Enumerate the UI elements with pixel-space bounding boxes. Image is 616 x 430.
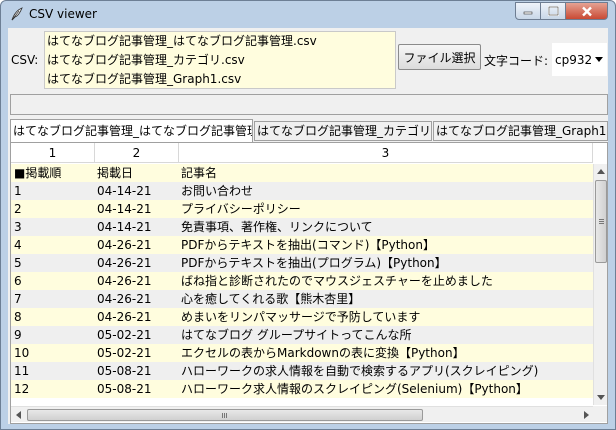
horizontal-scrollbar[interactable] xyxy=(11,406,593,422)
csv-label: CSV: xyxy=(11,53,39,67)
maximize-icon xyxy=(547,6,559,16)
table-panel: 1 2 3 ■掲載順 掲載日 記事名 1 04-14-21 お問い合わせ 2 04-14-… xyxy=(10,142,608,424)
encoding-value: cp932 xyxy=(555,53,593,67)
csv-file-item[interactable]: はてなブログ記事管理_Graph1.csv xyxy=(45,70,395,88)
table-row[interactable]: 6 04-26-21 ばね指と診断されたのでマウスジェスチャーを止めました xyxy=(11,272,593,290)
dropdown-arrow-icon[interactable] xyxy=(595,57,603,62)
table-cell: 04-26-21 xyxy=(97,310,152,324)
vertical-scroll-thumb[interactable] xyxy=(595,180,607,263)
table-row[interactable]: 12 05-08-21 ハローワーク求人情報のスクレイピング(Selenium)【P… xyxy=(11,380,593,398)
table-cell: 04-26-21 xyxy=(97,274,152,288)
csv-file-item[interactable]: はてなブログ記事管理_はてなブログ記事管理.csv xyxy=(45,32,395,51)
arrow-down-icon xyxy=(597,395,605,400)
close-icon xyxy=(581,6,592,16)
table-cell: 免責事項、著作権、リンクについて xyxy=(181,220,373,234)
table-cell: ■掲載順 xyxy=(14,166,62,180)
csv-file-list[interactable]: はてなブログ記事管理_はてなブログ記事管理.csv はてなブログ記事管理_カテゴ… xyxy=(44,31,396,89)
table-cell: 掲載日 xyxy=(97,166,134,180)
status-field xyxy=(10,94,608,115)
column-header-3[interactable]: 3 xyxy=(179,143,593,163)
scroll-left-button[interactable] xyxy=(11,407,25,422)
table-cell: 心を癒してくれる歌【熊木杏里】 xyxy=(181,292,361,306)
horizontal-scroll-thumb[interactable] xyxy=(27,409,423,421)
table-cell: 04-26-21 xyxy=(97,292,152,306)
table-row[interactable]: 9 05-02-21 はてなブログ グループサイトってこんな所 xyxy=(11,326,593,344)
table-row[interactable]: 2 04-14-21 プライバシーポリシー xyxy=(11,200,593,218)
table-cell: 2 xyxy=(14,202,22,216)
vertical-scrollbar[interactable] xyxy=(593,164,607,405)
table-cell: PDFからテキストを抽出(コマンド)【Python】 xyxy=(181,238,435,252)
tab-graph1[interactable]: はてなブログ記事管理_Graph1 xyxy=(433,121,608,141)
file-select-button[interactable]: ファイル選択 xyxy=(398,44,481,70)
table-cell: 5 xyxy=(14,256,22,270)
tab-categories[interactable]: はてなブログ記事管理_カテゴリ xyxy=(254,121,432,141)
scroll-right-button[interactable] xyxy=(579,407,593,422)
table-cell: 3 xyxy=(14,220,22,234)
table-cell: 05-08-21 xyxy=(97,364,152,378)
table-cell: ばね指と診断されたのでマウスジェスチャーを止めました xyxy=(181,274,493,288)
column-header-2[interactable]: 2 xyxy=(95,143,179,163)
arrow-right-icon xyxy=(583,410,589,419)
table-cell: 6 xyxy=(14,274,22,288)
tab-hatena-articles[interactable]: はてなブログ記事管理_はてなブログ記事管理 xyxy=(10,119,253,143)
table-cell: 11 xyxy=(14,364,30,378)
table-cell: はてなブログ グループサイトってこんな所 xyxy=(181,328,412,342)
encoding-select[interactable]: cp932 xyxy=(551,42,608,77)
table-row[interactable]: 10 05-02-21 エクセルの表からMarkdownの表に変換【Python】 xyxy=(11,344,593,362)
table-row[interactable]: 3 04-14-21 免責事項、著作権、リンクについて xyxy=(11,218,593,236)
table-cell: 04-26-21 xyxy=(97,256,152,270)
minimize-button[interactable] xyxy=(515,2,541,20)
maximize-button[interactable] xyxy=(540,2,566,20)
table-cell: 04-14-21 xyxy=(97,202,152,216)
title-bar[interactable]: CSV viewer xyxy=(1,1,615,28)
table-cell: 04-14-21 xyxy=(97,184,152,198)
table-cell: 12 xyxy=(14,382,30,396)
table-row[interactable]: 1 04-14-21 お問い合わせ xyxy=(11,182,593,200)
table-row[interactable]: ■掲載順 掲載日 記事名 xyxy=(11,164,593,182)
table-cell: 記事名 xyxy=(181,166,218,180)
encoding-label: 文字コード: xyxy=(484,54,549,68)
table-cell: 05-02-21 xyxy=(97,346,152,360)
table-cell: プライバシーポリシー xyxy=(181,202,301,216)
minimize-icon xyxy=(523,11,533,15)
table-row[interactable]: 5 04-26-21 PDFからテキストを抽出(プログラム)【Python】 xyxy=(11,254,593,272)
table-row[interactable]: 4 04-26-21 PDFからテキストを抽出(コマンド)【Python】 xyxy=(11,236,593,254)
table-cell: PDFからテキストを抽出(プログラム)【Python】 xyxy=(181,256,447,270)
feather-icon xyxy=(11,7,23,21)
window-title: CSV viewer xyxy=(29,7,97,21)
table-cell: エクセルの表からMarkdownの表に変換【Python】 xyxy=(181,346,465,360)
table-cell: 10 xyxy=(14,346,30,360)
column-header-1[interactable]: 1 xyxy=(11,143,95,163)
scroll-up-button[interactable] xyxy=(594,164,607,179)
table-cell: 4 xyxy=(14,238,22,252)
table-cell: 8 xyxy=(14,310,22,324)
csv-file-item[interactable]: はてなブログ記事管理_カテゴリ.csv xyxy=(45,51,395,70)
table-cell: 04-14-21 xyxy=(97,220,152,234)
table-cell: めまいをリンパマッサージで予防しています xyxy=(181,310,421,324)
table-row[interactable]: 7 04-26-21 心を癒してくれる歌【熊木杏里】 xyxy=(11,290,593,308)
table-cell: 05-08-21 xyxy=(97,382,152,396)
table-cell: ハローワークの求人情報を自動で検索するアプリ(スクレイピング) xyxy=(181,364,539,378)
scroll-down-button[interactable] xyxy=(594,390,607,405)
table-cell: 7 xyxy=(14,292,22,306)
app-window: CSV viewer CSV: はてなブログ記事管理_はてなブログ記事管理.cs… xyxy=(0,0,616,430)
table-cell: ハローワーク求人情報のスクレイピング(Selenium)【Python】 xyxy=(181,382,528,396)
table-cell: 04-26-21 xyxy=(97,238,152,252)
client-area: CSV: はてなブログ記事管理_はてなブログ記事管理.csv はてなブログ記事管… xyxy=(8,28,608,424)
table-cell: 05-02-21 xyxy=(97,328,152,342)
table-cell: お問い合わせ xyxy=(181,184,254,198)
arrow-up-icon xyxy=(597,169,605,174)
close-button[interactable] xyxy=(565,2,608,20)
scrollbar-corner xyxy=(593,406,607,422)
arrow-left-icon xyxy=(15,410,21,419)
table-row[interactable]: 8 04-26-21 めまいをリンパマッサージで予防しています xyxy=(11,308,593,326)
table-cell: 9 xyxy=(14,328,22,342)
table-row[interactable]: 11 05-08-21 ハローワークの求人情報を自動で検索するアプリ(スクレイピング… xyxy=(11,362,593,380)
table-cell: 1 xyxy=(14,184,22,198)
